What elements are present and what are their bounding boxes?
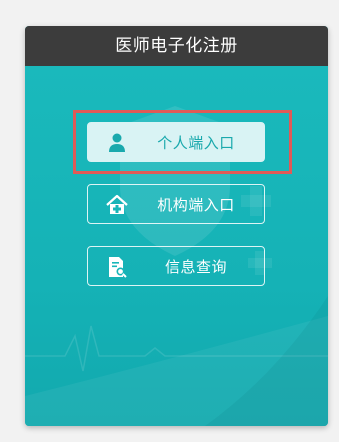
information-query-button[interactable]: 信息查询 xyxy=(87,246,265,286)
organization-portal-label: 机构端入口 xyxy=(157,195,235,214)
hospital-house-icon xyxy=(106,194,128,214)
document-search-icon xyxy=(109,257,127,278)
panel-body: 个人端入口 机构端入口 信息查询 xyxy=(25,66,328,426)
organization-portal-button[interactable]: 机构端入口 xyxy=(87,184,265,224)
panel-title: 医师电子化注册 xyxy=(25,26,328,66)
information-query-label: 信息查询 xyxy=(164,257,227,276)
person-icon xyxy=(109,133,125,152)
personal-portal-button[interactable]: 个人端入口 xyxy=(87,122,265,162)
personal-portal-label: 个人端入口 xyxy=(157,133,235,152)
registration-panel: 医师电子化注册 个人端入口 机构端入口 信息查询 xyxy=(25,26,328,426)
